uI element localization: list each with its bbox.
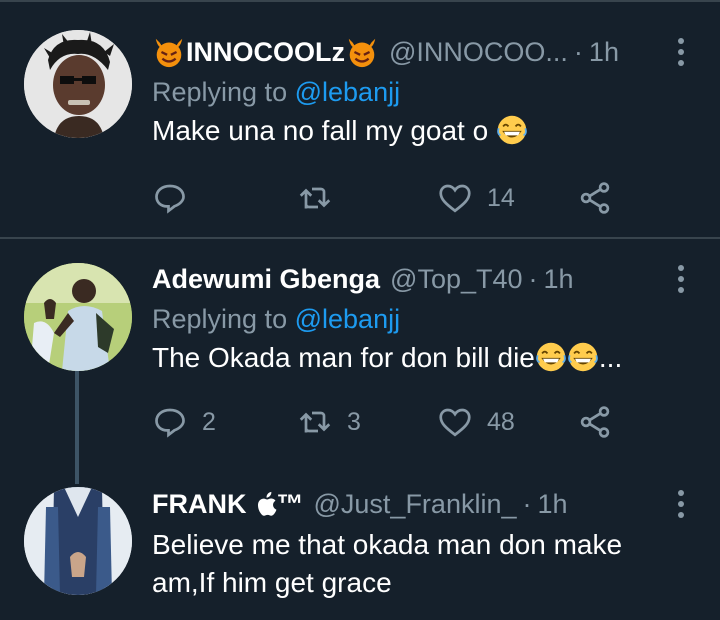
- like-count: 48: [487, 407, 515, 436]
- tweet-text: Make una no fall my goat o: [152, 112, 704, 150]
- like-count: 14: [487, 183, 515, 212]
- display-name-text: FRANK: [152, 488, 247, 519]
- replying-to: Replying to @lebanjj: [152, 299, 704, 339]
- reply-icon: [155, 184, 185, 214]
- tweet-text-ellipsis: ...: [598, 342, 623, 373]
- reply-button[interactable]: 2: [152, 404, 216, 440]
- retweet-icon: [299, 187, 331, 209]
- more-icon: [678, 265, 684, 271]
- like-button[interactable]: 14: [437, 180, 515, 216]
- like-icon: [439, 184, 471, 213]
- devil-emoji: [348, 38, 376, 68]
- reply-icon: [155, 408, 185, 438]
- replying-prefix: Replying to: [152, 77, 288, 107]
- tweet-frank[interactable]: FRANK ™ @Just_Franklin_ · 1h Believe me …: [0, 484, 720, 620]
- timestamp[interactable]: 1h: [589, 37, 619, 68]
- timestamp[interactable]: 1h: [538, 489, 568, 520]
- tweet-text: The Okada man for don bill die ...: [152, 339, 704, 377]
- tweet-text: Believe me that okada man don make am,If…: [152, 526, 704, 602]
- share-icon: [580, 406, 610, 438]
- display-name[interactable]: FRANK ™: [152, 489, 304, 520]
- more-icon: [678, 490, 684, 496]
- handle[interactable]: @INNOCOO...: [389, 37, 568, 68]
- devil-emoji: [155, 38, 183, 68]
- retweet-count: 3: [347, 407, 361, 436]
- tweet-text-line: am,If him get grace: [152, 567, 392, 598]
- more-icon: [678, 38, 684, 44]
- retweet-icon: [299, 411, 331, 433]
- reply-count: 2: [202, 407, 216, 436]
- replying-to-link[interactable]: @lebanjj: [295, 304, 400, 334]
- share-icon: [580, 182, 610, 214]
- thread-line: [75, 371, 79, 484]
- tweet-text-body: Make una no fall my goat o: [152, 115, 489, 146]
- tweet-header: Adewumi Gbenga @Top_T40 · 1h: [152, 259, 704, 299]
- tweet-innocoolz[interactable]: INNOCOOLz @INNOCOO... · 1h Replying to @…: [0, 0, 720, 238]
- trademark-symbol: ™: [276, 488, 304, 519]
- separator-dot: ·: [522, 488, 532, 519]
- share-button[interactable]: [577, 180, 613, 216]
- more-options-button[interactable]: [678, 490, 686, 523]
- tweet-text-body: The Okada man for don bill die: [152, 342, 535, 373]
- display-name[interactable]: INNOCOOLz: [152, 35, 379, 69]
- like-icon: [439, 408, 471, 437]
- handle[interactable]: @Top_T40: [390, 264, 522, 295]
- tweet-header: INNOCOOLz @INNOCOO... · 1h: [152, 32, 704, 72]
- laughing-emoji: [536, 342, 566, 372]
- avatar[interactable]: [24, 263, 132, 371]
- tweet-header: FRANK ™ @Just_Franklin_ · 1h: [152, 484, 704, 524]
- laughing-emoji: [497, 115, 527, 145]
- separator-dot: ·: [573, 36, 583, 67]
- retweet-button[interactable]: 3: [297, 404, 361, 440]
- reply-button[interactable]: [152, 180, 202, 216]
- laughing-emoji: [568, 342, 598, 372]
- handle[interactable]: @Just_Franklin_: [314, 489, 517, 520]
- like-button[interactable]: 48: [437, 404, 515, 440]
- display-name-text: INNOCOOLz: [186, 36, 345, 67]
- separator-dot: ·: [528, 263, 538, 294]
- avatar[interactable]: [24, 487, 132, 595]
- apple-logo-icon: [257, 491, 276, 516]
- retweet-button[interactable]: [297, 180, 347, 216]
- tweet-text-line: Believe me that okada man don make: [152, 529, 623, 560]
- replying-prefix: Replying to: [152, 304, 288, 334]
- replying-to-link[interactable]: @lebanjj: [295, 77, 400, 107]
- replying-to: Replying to @lebanjj: [152, 72, 704, 112]
- timestamp[interactable]: 1h: [544, 264, 574, 295]
- more-options-button[interactable]: [678, 265, 686, 298]
- tweet-adewumi[interactable]: Adewumi Gbenga @Top_T40 · 1h Replying to…: [0, 239, 720, 484]
- avatar[interactable]: [24, 30, 132, 138]
- display-name[interactable]: Adewumi Gbenga: [152, 264, 380, 295]
- share-button[interactable]: [577, 404, 613, 440]
- more-options-button[interactable]: [678, 38, 686, 71]
